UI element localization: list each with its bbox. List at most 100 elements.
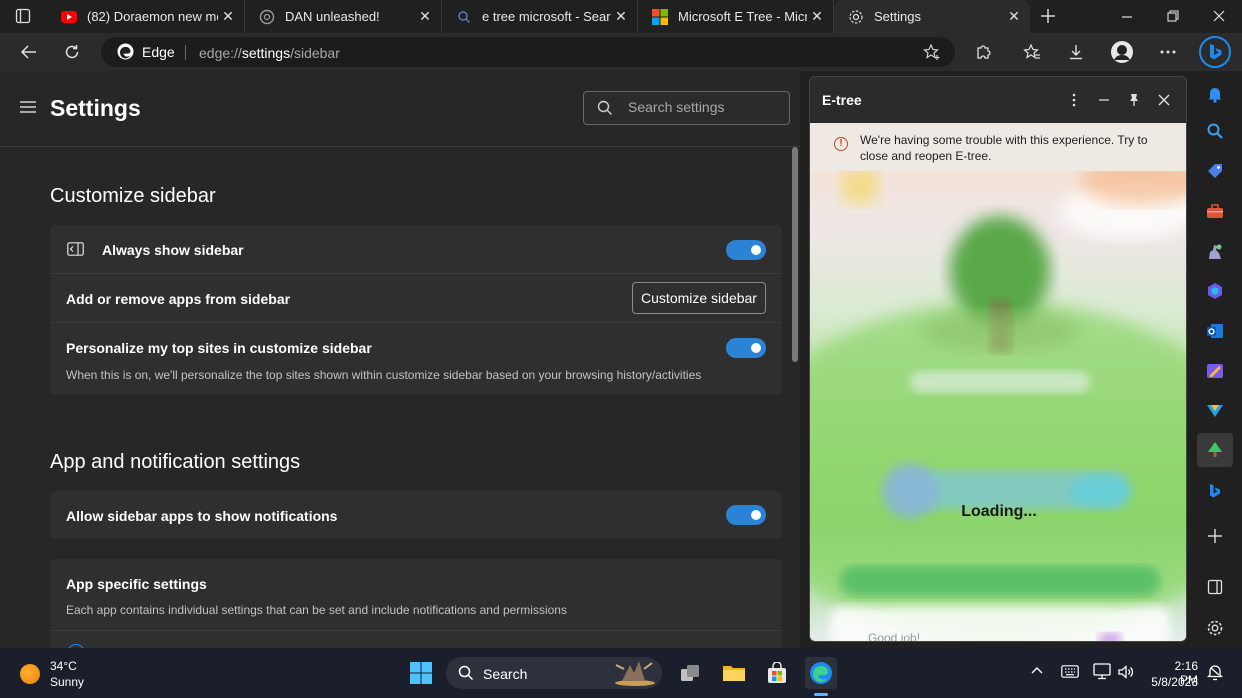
games-icon[interactable] xyxy=(1202,238,1228,264)
extensions-button[interactable] xyxy=(968,38,998,66)
outlook-icon[interactable] xyxy=(1202,318,1228,344)
tab-settings[interactable]: Settings ✕ xyxy=(834,0,1030,33)
toolbox-icon[interactable] xyxy=(1202,198,1228,224)
divider xyxy=(50,630,782,631)
minimize-pane-icon[interactable] xyxy=(1093,89,1115,111)
office-icon[interactable] xyxy=(1202,278,1228,304)
search-icon[interactable] xyxy=(1202,118,1228,144)
bing-icon[interactable] xyxy=(1202,478,1228,504)
personalize-label: Personalize my top sites in customize si… xyxy=(66,340,372,356)
page-title: Settings xyxy=(50,95,141,121)
customize-sidebar-button[interactable]: Customize sidebar xyxy=(632,282,766,314)
microsoft-logo-icon xyxy=(652,8,668,25)
address-bar[interactable]: Edge edge://settings/sidebar xyxy=(101,37,955,67)
search-highlight-icon xyxy=(612,659,658,687)
sun-icon[interactable] xyxy=(20,664,40,684)
edge-chip[interactable]: Edge xyxy=(117,43,175,60)
tab-dan[interactable]: DAN unleashed! ✕ xyxy=(245,0,442,33)
personalize-toggle[interactable] xyxy=(726,338,766,358)
section-title-notifications: App and notification settings xyxy=(50,451,301,473)
url-text: edge://settings/sidebar xyxy=(199,45,340,61)
personalize-description: When this is on, we'll personalize the t… xyxy=(66,368,702,382)
app-specific-card: App specific settings Each app contains … xyxy=(50,559,782,648)
close-pane-icon[interactable] xyxy=(1153,89,1175,111)
task-view-icon[interactable] xyxy=(674,657,706,689)
always-show-row[interactable]: Always show sidebar xyxy=(50,225,782,274)
pin-icon[interactable] xyxy=(1123,89,1145,111)
app-specific-description: Each app contains individual settings th… xyxy=(66,603,567,617)
customize-card: Always show sidebar Add or remove apps f… xyxy=(50,225,782,395)
youtube-icon xyxy=(61,9,77,25)
more-options-icon[interactable] xyxy=(1063,89,1085,111)
close-icon[interactable]: ✕ xyxy=(415,7,435,27)
split-screen-icon[interactable] xyxy=(1202,574,1228,600)
tab-label: e tree microsoft - Search xyxy=(482,9,611,24)
loading-text: Loading... xyxy=(961,503,1037,520)
more-menu-button[interactable] xyxy=(1153,38,1183,66)
close-icon[interactable]: ✕ xyxy=(218,7,238,27)
tag-icon[interactable] xyxy=(1202,158,1228,184)
bell-icon[interactable] xyxy=(1202,81,1228,107)
search-icon xyxy=(458,665,474,681)
weather-condition[interactable]: Sunny xyxy=(50,675,84,689)
always-show-toggle[interactable] xyxy=(726,240,766,260)
network-icon[interactable] xyxy=(1093,663,1111,680)
divider xyxy=(185,45,186,60)
search-settings-field[interactable] xyxy=(583,91,790,125)
refresh-button[interactable] xyxy=(57,38,87,66)
taskbar-search[interactable]: Search xyxy=(446,657,662,689)
edge-taskbar-icon[interactable] xyxy=(805,657,837,689)
allow-notifications-toggle[interactable] xyxy=(726,505,766,525)
restore-button[interactable] xyxy=(1166,9,1180,23)
clock-date[interactable]: 5/8/2023 xyxy=(1149,675,1198,689)
new-tab-button[interactable] xyxy=(1038,6,1058,26)
allow-notifications-card[interactable]: Allow sidebar apps to show notifications xyxy=(50,491,782,539)
microsoft-store-icon[interactable] xyxy=(761,657,793,689)
url-path: /sidebar xyxy=(290,45,340,61)
minimize-button[interactable] xyxy=(1120,10,1134,24)
etree-game-area[interactable]: Loading... Good job! xyxy=(810,171,1186,642)
close-icon[interactable]: ✕ xyxy=(807,7,827,27)
file-explorer-icon[interactable] xyxy=(718,657,750,689)
start-button[interactable] xyxy=(405,657,437,689)
openai-icon xyxy=(259,9,275,25)
close-window-button[interactable] xyxy=(1212,9,1226,23)
volume-icon[interactable] xyxy=(1117,664,1135,680)
add-remove-label: Add or remove apps from sidebar xyxy=(66,291,291,307)
settings-icon[interactable] xyxy=(1202,615,1228,641)
bing-chat-button[interactable] xyxy=(1199,36,1231,68)
active-indicator xyxy=(814,693,828,696)
tab-actions-icon[interactable] xyxy=(15,8,31,24)
close-icon[interactable]: ✕ xyxy=(611,7,631,27)
tab-youtube[interactable]: (82) Doraemon new mov ✕ xyxy=(47,0,245,33)
scrollbar[interactable] xyxy=(791,147,799,648)
sidebar-layout-icon xyxy=(67,242,84,256)
url-host: settings xyxy=(241,45,291,61)
menu-icon[interactable] xyxy=(19,100,37,114)
etree-icon[interactable] xyxy=(1197,433,1233,467)
send-icon[interactable] xyxy=(1202,398,1228,424)
chevron-up-icon[interactable] xyxy=(1030,665,1044,675)
game-footer-text: Good job! xyxy=(868,631,921,642)
add-icon[interactable] xyxy=(1202,523,1228,549)
personalize-row[interactable]: Personalize my top sites in customize si… xyxy=(50,323,782,395)
downloads-button[interactable] xyxy=(1061,38,1091,66)
favorites-button[interactable] xyxy=(1017,38,1047,66)
notification-bell-icon[interactable] xyxy=(1207,663,1223,681)
warning-text: We're having some trouble with this expe… xyxy=(860,133,1148,163)
scrollbar-thumb[interactable] xyxy=(792,147,798,362)
tab-search[interactable]: e tree microsoft - Search ✕ xyxy=(442,0,638,33)
edge-logo-icon xyxy=(117,43,134,60)
keyboard-icon[interactable] xyxy=(1061,665,1079,678)
profile-avatar[interactable] xyxy=(1107,38,1137,66)
add-favorite-icon[interactable] xyxy=(923,43,941,61)
weather-temperature[interactable]: 34°C xyxy=(50,659,77,673)
close-icon[interactable]: ✕ xyxy=(1004,7,1024,27)
designer-icon[interactable] xyxy=(1202,358,1228,384)
warning-banner: ! We're having some trouble with this ex… xyxy=(810,123,1186,171)
back-button[interactable] xyxy=(14,38,44,66)
tab-label: Microsoft E Tree - Micros xyxy=(678,9,807,24)
search-settings-input[interactable] xyxy=(628,99,778,115)
edge-sidebar xyxy=(1190,71,1242,648)
tab-etree[interactable]: Microsoft E Tree - Micros ✕ xyxy=(638,0,834,33)
